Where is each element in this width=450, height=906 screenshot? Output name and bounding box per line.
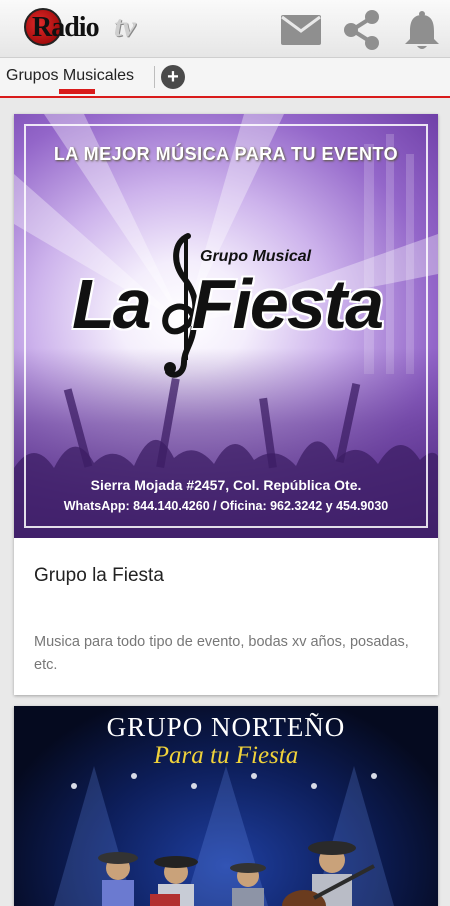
banner-slogan: LA MEJOR MÚSICA PARA TU EVENTO — [53, 144, 399, 164]
card-banner-image: LA MEJOR MÚSICA PARA TU EVENTO Grupo Mus… — [14, 114, 438, 538]
banner-phones: WhatsApp: 844.140.4260 / Oficina: 962.32… — [63, 499, 389, 513]
banner-subtitle: Para tu Fiesta — [153, 742, 299, 769]
card-description: Musica para todo tipo de evento, bodas x… — [34, 634, 409, 673]
band-name-right: Fiesta — [191, 265, 384, 343]
card-banner-image: GRUPO NORTEÑO Para tu Fiesta — [14, 706, 438, 906]
band-name-left: La — [72, 265, 152, 343]
logo-text: Radio — [32, 12, 100, 43]
banner-address: Sierra Mojada #2457, Col. República Ote. — [90, 477, 362, 493]
mail-icon[interactable] — [280, 9, 322, 51]
active-tab-indicator — [59, 89, 95, 94]
tab-bar: Grupos Musicales + — [0, 58, 450, 98]
share-icon[interactable] — [341, 9, 383, 51]
app-logo[interactable]: Radio tv — [18, 6, 153, 50]
banner-title: GRUPO NORTEÑO — [106, 712, 346, 742]
logo-suffix: tv — [114, 10, 136, 43]
bell-icon[interactable] — [401, 9, 443, 51]
group-card[interactable]: LA MEJOR MÚSICA PARA TU EVENTO Grupo Mus… — [14, 114, 438, 695]
card-title: Grupo la Fiesta — [34, 565, 164, 586]
group-card[interactable]: GRUPO NORTEÑO Para tu Fiesta — [14, 706, 438, 906]
tab-grupos-musicales[interactable]: Grupos Musicales — [6, 67, 134, 85]
add-tab-icon[interactable]: + — [161, 65, 185, 89]
tab-divider — [154, 66, 155, 88]
app-bar: Radio tv — [0, 0, 450, 58]
banner-band-name: La Fiesta — [72, 264, 384, 344]
band-photo — [98, 841, 375, 906]
